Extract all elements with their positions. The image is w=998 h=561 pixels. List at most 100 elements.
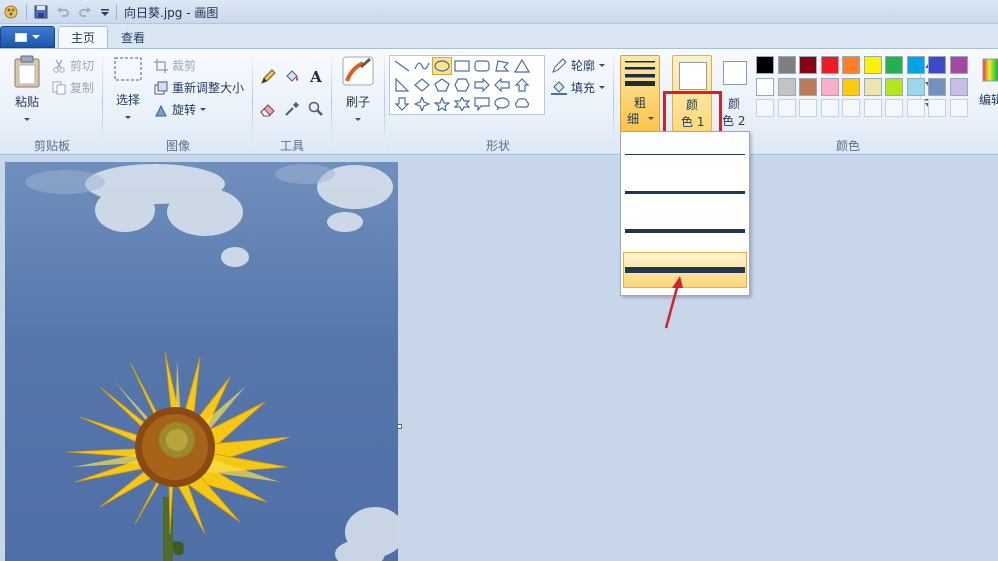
chevron-down-icon (200, 108, 207, 111)
file-menu-button[interactable] (0, 26, 55, 48)
palette-custom-slot[interactable] (756, 99, 774, 117)
palette-swatch[interactable] (799, 56, 817, 74)
eraser-icon[interactable] (258, 99, 278, 119)
palette-swatch[interactable] (885, 77, 903, 96)
color-picker-icon[interactable] (282, 99, 302, 119)
customize-toolbar-icon[interactable] (98, 3, 112, 21)
palette-custom-slot[interactable] (949, 99, 968, 117)
palette-swatch[interactable] (777, 56, 796, 74)
palette-swatch[interactable] (863, 56, 882, 74)
palette-custom-slot[interactable] (885, 99, 903, 117)
outline-button[interactable]: 轮廓 (551, 57, 606, 74)
brushes-button[interactable]: 刷子 (338, 55, 378, 121)
size-button[interactable]: 粗 细 (620, 55, 660, 133)
palette-swatch[interactable] (756, 77, 774, 96)
tab-view[interactable]: 查看 (109, 26, 157, 48)
color2-label-line1: 颜 (728, 97, 741, 111)
oval-callout-shape-icon[interactable] (492, 95, 512, 113)
resize-button[interactable]: 重新调整大小 (154, 79, 244, 96)
palette-custom-slot[interactable] (842, 99, 860, 117)
size-line-3 (625, 229, 745, 233)
palette-swatch[interactable] (842, 77, 860, 96)
magnifier-icon[interactable] (306, 99, 326, 119)
five-point-star-shape-icon[interactable] (432, 95, 452, 113)
size-option-1[interactable] (623, 136, 747, 172)
palette-swatch[interactable] (820, 77, 839, 96)
up-arrow-shape-icon[interactable] (512, 76, 532, 94)
ribbon: 粘贴 剪切 复制 剪贴板 选择 裁剪 重新调整大小 旋转 图像 A 工具 刷子 … (0, 48, 998, 155)
shapes-gallery[interactable] (389, 55, 934, 115)
image-group-label: 图像 (165, 139, 190, 153)
right-triangle-shape-icon[interactable] (392, 76, 412, 94)
palette-swatch[interactable] (756, 56, 774, 74)
copy-button[interactable]: 复制 (52, 79, 94, 96)
left-arrow-shape-icon[interactable] (492, 76, 512, 94)
palette-swatch[interactable] (885, 56, 903, 74)
rectangle-shape-icon[interactable] (452, 57, 472, 75)
polygon-shape-icon[interactable] (492, 57, 512, 75)
curve-shape-icon[interactable] (412, 57, 432, 75)
cloud-callout-shape-icon[interactable] (512, 95, 532, 113)
save-icon[interactable] (32, 3, 50, 21)
fill-bucket-icon[interactable] (282, 67, 302, 87)
triangle-shape-icon[interactable] (512, 57, 532, 75)
palette-swatch[interactable] (842, 56, 860, 74)
tab-home[interactable]: 主页 (58, 26, 109, 48)
pencil-icon[interactable] (258, 67, 278, 87)
palette-swatch[interactable] (949, 77, 968, 96)
oval-shape-icon[interactable] (432, 57, 452, 75)
four-point-star-shape-icon[interactable] (412, 95, 432, 113)
paste-label: 粘贴 (14, 95, 39, 109)
cut-button[interactable]: 剪切 (52, 57, 94, 74)
palette-custom-slot[interactable] (820, 99, 839, 117)
palette-swatch[interactable] (906, 56, 925, 74)
ribbon-tab-row: 主页 查看 (0, 24, 998, 48)
palette-swatch[interactable] (799, 77, 817, 96)
palette-custom-slot[interactable] (799, 99, 817, 117)
palette-custom-slot[interactable] (777, 99, 796, 117)
palette-swatch[interactable] (949, 56, 968, 74)
palette-custom-slot[interactable] (863, 99, 882, 117)
color-spectrum-icon (982, 58, 998, 82)
text-icon: A (310, 68, 322, 86)
six-point-star-shape-icon[interactable] (452, 95, 472, 113)
rotate-button[interactable]: 旋转 (154, 101, 207, 118)
canvas-resize-handle[interactable] (397, 424, 402, 429)
diamond-shape-icon[interactable] (412, 76, 432, 94)
line-shape-icon[interactable] (392, 57, 412, 75)
rotate-label: 旋转 (172, 103, 197, 117)
palette-custom-slot[interactable] (928, 99, 946, 117)
palette-custom-slot[interactable] (906, 99, 925, 117)
size-option-2[interactable] (623, 174, 747, 210)
sunflower-image-canvas[interactable] (5, 162, 398, 561)
color2-swatch (723, 61, 747, 85)
crop-icon (154, 58, 168, 73)
down-arrow-shape-icon[interactable] (392, 95, 412, 113)
size-option-3[interactable] (623, 213, 747, 249)
right-arrow-shape-icon[interactable] (472, 76, 492, 94)
pentagon-shape-icon[interactable] (432, 76, 452, 94)
text-tool[interactable]: A (306, 67, 326, 87)
hexagon-shape-icon[interactable] (452, 76, 472, 94)
palette-swatch[interactable] (820, 56, 839, 74)
canvas-workspace[interactable] (0, 156, 998, 561)
paste-button[interactable]: 粘贴 (10, 55, 44, 121)
palette-swatch[interactable] (928, 56, 946, 74)
crop-button[interactable]: 裁剪 (154, 57, 196, 74)
undo-icon[interactable] (54, 3, 72, 21)
rect-callout-shape-icon[interactable] (472, 95, 492, 113)
palette-swatch[interactable] (777, 77, 796, 96)
edit-colors-button[interactable]: 编辑 (976, 55, 998, 108)
rounded-rectangle-shape-icon[interactable] (472, 57, 492, 75)
sunflower-photo (25, 164, 398, 561)
select-label: 选择 (115, 93, 140, 107)
select-button[interactable]: 选择 (110, 55, 146, 119)
fill-button[interactable]: 填充 (551, 79, 606, 96)
color2-button[interactable]: 颜 色 2 (717, 55, 757, 133)
palette-swatch[interactable] (906, 77, 925, 96)
palette-swatch[interactable] (928, 77, 946, 96)
size-label-line2: 细 (627, 112, 640, 126)
paint-app-icon[interactable] (2, 3, 20, 21)
redo-icon[interactable] (76, 3, 94, 21)
palette-swatch[interactable] (863, 77, 882, 96)
